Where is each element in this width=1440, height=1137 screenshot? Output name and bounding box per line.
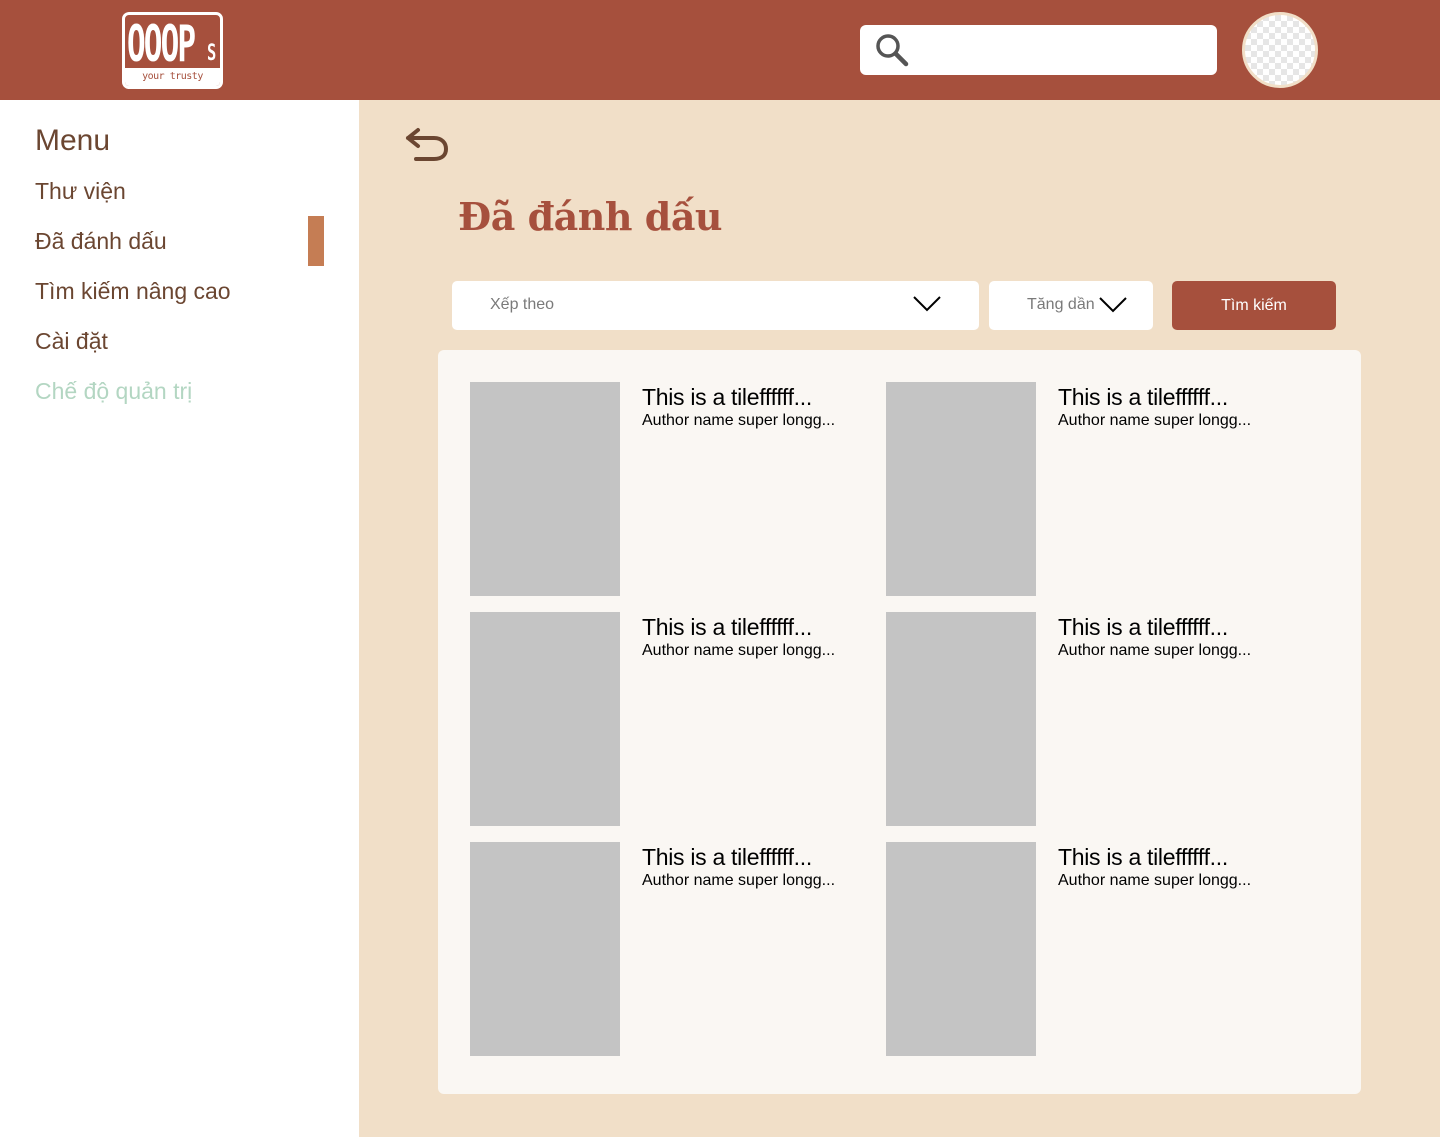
book-title: This is a tileffffff... bbox=[1058, 384, 1228, 410]
book-cover bbox=[886, 612, 1036, 826]
book-cover bbox=[886, 382, 1036, 596]
order-dropdown[interactable]: Tăng dần bbox=[989, 281, 1153, 330]
book-cover bbox=[470, 842, 620, 1056]
book-cover bbox=[470, 382, 620, 596]
book-card[interactable]: This is a tileffffff... Author name supe… bbox=[470, 382, 870, 596]
book-title: This is a tileffffff... bbox=[1058, 614, 1228, 640]
sidebar-item-library[interactable]: Thư viện bbox=[35, 178, 126, 205]
book-author: Author name super longg... bbox=[642, 872, 836, 889]
app-logo[interactable]: OOOP S your trusty librarian bbox=[122, 12, 223, 89]
top-header: OOOP S your trusty librarian bbox=[0, 0, 1440, 100]
search-bar[interactable] bbox=[860, 25, 1217, 75]
book-author: Author name super longg... bbox=[642, 642, 836, 659]
active-indicator bbox=[308, 216, 324, 266]
sidebar-item-settings[interactable]: Cài đặt bbox=[35, 328, 108, 355]
sidebar-item-advanced-search[interactable]: Tìm kiếm nâng cao bbox=[35, 278, 231, 305]
sidebar-item-admin-mode[interactable]: Chế độ quản trị bbox=[35, 378, 192, 405]
logo-wordmark: OOOP bbox=[127, 15, 196, 73]
order-label: Tăng dần bbox=[1027, 296, 1095, 313]
sidebar: Menu Thư viện Đã đánh dấu Tìm kiếm nâng … bbox=[0, 100, 359, 1137]
sort-by-label: Xếp theo bbox=[490, 296, 555, 313]
page-title: Đã đánh dấu bbox=[458, 194, 723, 239]
bookmarks-panel: This is a tileffffff... Author name supe… bbox=[438, 350, 1361, 1094]
search-icon[interactable] bbox=[874, 32, 910, 68]
book-card[interactable]: This is a tileffffff... Author name supe… bbox=[886, 612, 1286, 826]
back-arrow-icon[interactable] bbox=[404, 126, 450, 166]
book-author: Author name super longg... bbox=[1058, 642, 1252, 659]
book-cover bbox=[886, 842, 1036, 1056]
logo-tagline: your trusty librarian bbox=[125, 68, 220, 86]
chevron-down-icon bbox=[1099, 297, 1127, 313]
book-author: Author name super longg... bbox=[1058, 872, 1252, 889]
user-avatar[interactable] bbox=[1242, 12, 1318, 88]
book-title: This is a tileffffff... bbox=[1058, 844, 1228, 870]
book-author: Author name super longg... bbox=[1058, 412, 1252, 429]
book-card[interactable]: This is a tileffffff... Author name supe… bbox=[470, 842, 870, 1056]
book-card[interactable]: This is a tileffffff... Author name supe… bbox=[886, 842, 1286, 1056]
book-cover bbox=[470, 612, 620, 826]
chevron-down-icon bbox=[913, 296, 941, 312]
search-button[interactable]: Tìm kiếm bbox=[1172, 281, 1336, 330]
book-title: This is a tileffffff... bbox=[642, 384, 812, 410]
book-title: This is a tileffffff... bbox=[642, 844, 812, 870]
book-title: This is a tileffffff... bbox=[642, 614, 812, 640]
book-author: Author name super longg... bbox=[642, 412, 836, 429]
sort-by-dropdown[interactable]: Xếp theo bbox=[452, 281, 979, 330]
menu-title: Menu bbox=[35, 124, 111, 157]
search-input[interactable] bbox=[920, 33, 1205, 67]
sidebar-item-bookmarks[interactable]: Đã đánh dấu bbox=[35, 228, 167, 255]
book-card[interactable]: This is a tileffffff... Author name supe… bbox=[886, 382, 1286, 596]
book-card[interactable]: This is a tileffffff... Author name supe… bbox=[470, 612, 870, 826]
